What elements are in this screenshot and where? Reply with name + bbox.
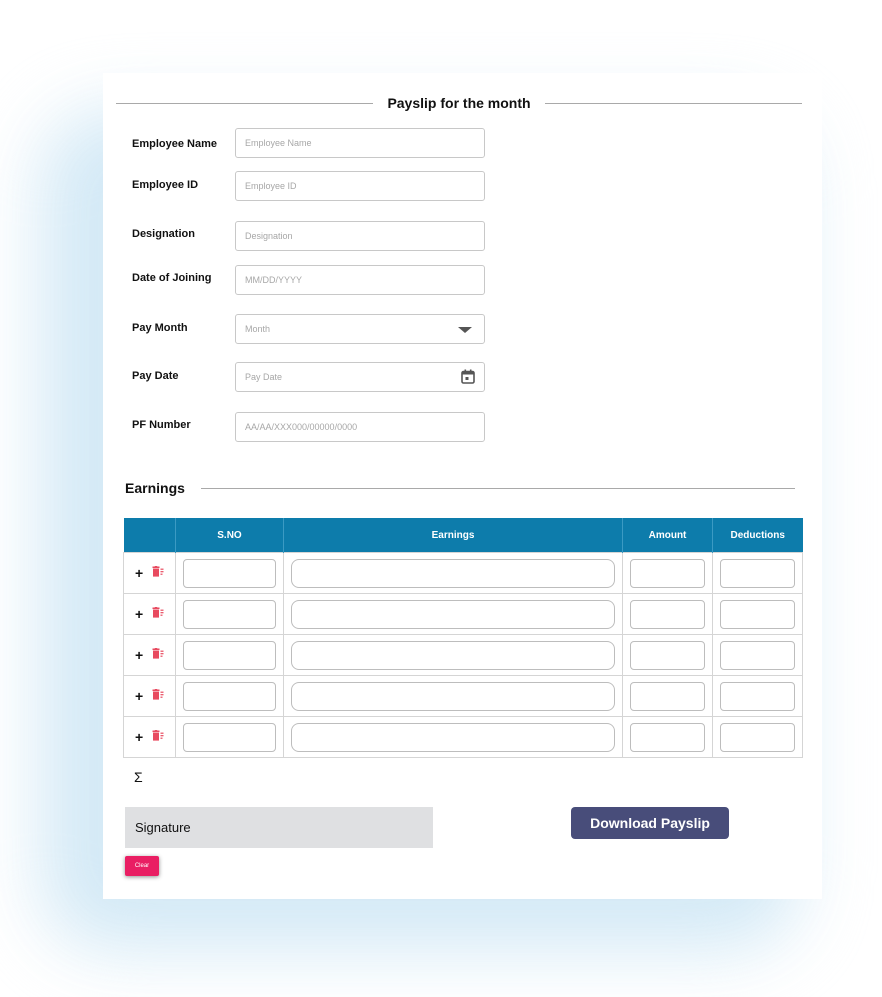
sno-cell: [175, 593, 284, 635]
sno-cell: [175, 634, 284, 676]
employee-name-label: Employee Name: [132, 138, 217, 150]
amount-cell: [622, 716, 713, 758]
pay-date-picker[interactable]: [235, 362, 485, 392]
pf-number-input[interactable]: [235, 412, 485, 442]
date-of-joining-input[interactable]: [235, 265, 485, 295]
date-of-joining-label: Date of Joining: [132, 272, 212, 284]
pay-month-label: Pay Month: [132, 322, 188, 334]
amount-cell: [622, 675, 713, 717]
deductions-cell: [712, 552, 803, 594]
earnings-table-body: + + + + +: [123, 552, 803, 758]
row-actions: +: [123, 552, 176, 594]
trash-icon[interactable]: [152, 646, 164, 664]
earnings-input[interactable]: [291, 681, 615, 711]
deductions-input[interactable]: [720, 681, 795, 711]
trash-icon[interactable]: [152, 728, 164, 746]
form-title: Payslip for the month: [387, 95, 531, 111]
amount-cell: [622, 634, 713, 676]
amount-input[interactable]: [630, 722, 705, 752]
sum-symbol: Σ: [134, 769, 143, 785]
column-header-earnings: Earnings: [283, 518, 623, 553]
row-actions: +: [123, 634, 176, 676]
table-row: +: [123, 593, 803, 635]
sno-input[interactable]: [183, 599, 276, 629]
trash-icon[interactable]: [152, 564, 164, 582]
deductions-cell: [712, 593, 803, 635]
sno-input[interactable]: [183, 681, 276, 711]
sno-input[interactable]: [183, 558, 276, 588]
signature-label: Signature: [135, 820, 191, 835]
calendar-icon[interactable]: [461, 369, 475, 389]
sno-cell: [175, 675, 284, 717]
designation-input[interactable]: [235, 221, 485, 251]
pay-date-input[interactable]: [235, 362, 485, 392]
amount-cell: [622, 593, 713, 635]
divider-line: [200, 487, 795, 489]
payslip-card: Payslip for the month Employee Name Empl…: [103, 73, 822, 899]
deductions-cell: [712, 634, 803, 676]
earnings-table: S.NO Earnings Amount Deductions + + + + +: [123, 518, 803, 758]
sno-input[interactable]: [183, 722, 276, 752]
designation-label: Designation: [132, 228, 195, 240]
employee-id-input[interactable]: [235, 171, 485, 201]
table-row: +: [123, 552, 803, 594]
trash-icon[interactable]: [152, 605, 164, 623]
deductions-cell: [712, 675, 803, 717]
deductions-input[interactable]: [720, 640, 795, 670]
row-actions: +: [123, 593, 176, 635]
signature-pad[interactable]: Signature: [125, 807, 433, 848]
column-header-actions: [123, 518, 176, 553]
employee-id-label: Employee ID: [132, 179, 199, 191]
employee-name-input[interactable]: [235, 128, 485, 158]
earnings-cell: [283, 675, 623, 717]
earnings-input[interactable]: [291, 558, 615, 588]
earnings-input[interactable]: [291, 599, 615, 629]
table-row: +: [123, 716, 803, 758]
plus-icon[interactable]: +: [135, 566, 149, 580]
row-actions: +: [123, 716, 176, 758]
sno-input[interactable]: [183, 640, 276, 670]
plus-icon[interactable]: +: [135, 607, 149, 621]
amount-input[interactable]: [630, 681, 705, 711]
earnings-cell: [283, 716, 623, 758]
earnings-cell: [283, 593, 623, 635]
trash-icon[interactable]: [152, 687, 164, 705]
column-header-amount: Amount: [622, 518, 713, 553]
column-header-sno: S.NO: [175, 518, 284, 553]
plus-icon[interactable]: +: [135, 648, 149, 662]
row-actions: +: [123, 675, 176, 717]
divider-line: [544, 102, 802, 104]
earnings-section-header: Earnings: [125, 478, 795, 498]
amount-input[interactable]: [630, 558, 705, 588]
earnings-section-title: Earnings: [125, 480, 185, 496]
earnings-input[interactable]: [291, 722, 615, 752]
deductions-input[interactable]: [720, 722, 795, 752]
plus-icon[interactable]: +: [135, 730, 149, 744]
download-payslip-button[interactable]: Download Payslip: [571, 807, 729, 839]
amount-input[interactable]: [630, 599, 705, 629]
divider-line: [116, 102, 374, 104]
earnings-cell: [283, 634, 623, 676]
earnings-cell: [283, 552, 623, 594]
table-row: +: [123, 675, 803, 717]
deductions-cell: [712, 716, 803, 758]
pay-month-input[interactable]: [235, 314, 485, 344]
deductions-input[interactable]: [720, 558, 795, 588]
amount-cell: [622, 552, 713, 594]
deductions-input[interactable]: [720, 599, 795, 629]
table-row: +: [123, 634, 803, 676]
pay-month-select[interactable]: [235, 314, 485, 344]
pf-number-label: PF Number: [132, 419, 191, 431]
sno-cell: [175, 716, 284, 758]
chevron-down-icon[interactable]: [458, 327, 472, 333]
pay-date-label: Pay Date: [132, 370, 179, 382]
amount-input[interactable]: [630, 640, 705, 670]
form-title-row: Payslip for the month: [116, 93, 802, 113]
plus-icon[interactable]: +: [135, 689, 149, 703]
clear-signature-button[interactable]: Clear: [125, 856, 159, 876]
sno-cell: [175, 552, 284, 594]
column-header-deductions: Deductions: [712, 518, 803, 553]
earnings-input[interactable]: [291, 640, 615, 670]
table-header-row: S.NO Earnings Amount Deductions: [123, 518, 803, 553]
